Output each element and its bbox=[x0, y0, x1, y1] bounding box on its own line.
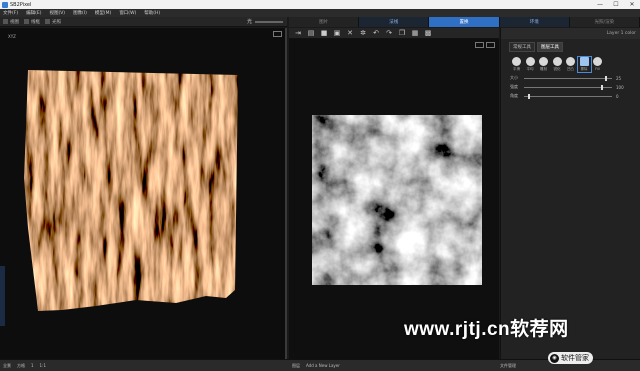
sharpen-tool[interactable]: 锐化 bbox=[551, 57, 564, 72]
tab-image[interactable]: 图片 bbox=[289, 17, 360, 27]
status-zoom[interactable]: 1:1 bbox=[40, 363, 46, 368]
slider-knob[interactable] bbox=[604, 75, 607, 81]
slider-track[interactable] bbox=[255, 20, 283, 23]
status-grid[interactable]: 方格 bbox=[17, 363, 25, 369]
save-as-icon[interactable]: ▣ bbox=[332, 29, 342, 37]
slider-knob[interactable] bbox=[527, 93, 530, 99]
paste-icon[interactable]: ▩ bbox=[423, 29, 433, 37]
fill-tool[interactable]: Fill bbox=[591, 57, 604, 72]
redo-icon[interactable]: ↷ bbox=[384, 29, 394, 37]
2d-viewport[interactable] bbox=[289, 39, 499, 359]
displacement-map-image bbox=[312, 115, 482, 285]
menu-help[interactable]: 帮助(H) bbox=[144, 10, 160, 16]
tab-environment[interactable]: 环境 bbox=[499, 17, 570, 27]
close-file-icon[interactable]: ✕ bbox=[345, 29, 355, 37]
close-button[interactable]: ✕ bbox=[624, 0, 640, 9]
view-mode-button[interactable] bbox=[475, 42, 484, 48]
tab-lighting[interactable]: 光照/渲染 bbox=[569, 17, 640, 27]
menu-view[interactable]: 视图(V) bbox=[49, 10, 65, 16]
minimize-button[interactable]: — bbox=[592, 0, 608, 9]
lighting-toggle[interactable]: 光照 bbox=[45, 19, 61, 25]
eraser-icon bbox=[579, 57, 589, 66]
tab-layer-tools[interactable]: 图层工具 bbox=[537, 42, 563, 52]
checkbox-icon bbox=[45, 19, 50, 24]
light-slider[interactable]: 光 bbox=[247, 18, 283, 25]
sculpt-icon bbox=[539, 57, 548, 66]
status-level: 1 bbox=[31, 363, 34, 368]
wireframe-toggle[interactable]: 线框 bbox=[24, 19, 40, 25]
angle-row: 角度 0 bbox=[510, 93, 619, 99]
menu-bar: 文件(F) 编辑(E) 视图(V) 图像(I) 模型(M) 窗口(W) 帮助(H… bbox=[0, 9, 640, 17]
average-icon bbox=[525, 57, 535, 66]
status-bar: 全景 方格 1 1:1 图层 Add a New Layer 文件管理 bbox=[0, 359, 640, 371]
size-row: 大小 25 bbox=[510, 75, 622, 81]
folder-icon[interactable]: ▤ bbox=[306, 29, 316, 37]
3d-viewport[interactable]: XYZ bbox=[0, 28, 287, 359]
average-tool[interactable]: 平均 bbox=[524, 57, 537, 72]
view-toggle[interactable]: 视图 bbox=[3, 19, 19, 25]
copy-icon[interactable]: ❐ bbox=[397, 29, 407, 37]
bump-tool[interactable]: 凹凸 bbox=[564, 57, 577, 72]
checkbox-icon bbox=[3, 19, 8, 24]
editor-toolbar: ⇥ ▤ ■ ▣ ✕ ✲ ↶ ↷ ❐ ▦ ▩ bbox=[289, 28, 499, 39]
side-handle[interactable] bbox=[0, 266, 5, 326]
angle-slider[interactable] bbox=[524, 93, 612, 99]
add-layer-button[interactable]: Add a New Layer bbox=[306, 363, 340, 368]
checkbox-icon bbox=[24, 19, 29, 24]
title-bar: SB2Pixel — ☐ ✕ bbox=[0, 0, 640, 9]
erase-tool[interactable]: 擦除 bbox=[576, 56, 592, 73]
properties-panel: Layer 1 color 常规工具 图层工具 平滑 平均 雕刻 锐化 凹凸 擦… bbox=[500, 28, 640, 359]
menu-model[interactable]: 模型(M) bbox=[95, 10, 111, 16]
save-icon[interactable]: ■ bbox=[319, 29, 329, 37]
bark-texture-mesh bbox=[24, 70, 238, 311]
app-logo-icon bbox=[2, 1, 8, 8]
strength-row: 强度 100 bbox=[510, 84, 624, 90]
viewport-corner-button[interactable] bbox=[273, 31, 282, 37]
smooth-tool[interactable]: 平滑 bbox=[510, 57, 523, 72]
badge-text: 软件管家 bbox=[561, 354, 589, 362]
smooth-icon bbox=[512, 57, 521, 66]
tab-common-tools[interactable]: 常规工具 bbox=[509, 42, 535, 52]
menu-file[interactable]: 文件(F) bbox=[3, 10, 18, 16]
open-icon[interactable]: ⇥ bbox=[293, 29, 303, 37]
file-manager-button[interactable]: 文件管理 bbox=[500, 363, 516, 368]
maximize-button[interactable]: ☐ bbox=[608, 0, 624, 9]
menu-edit[interactable]: 编辑(E) bbox=[26, 10, 41, 16]
sharpen-icon bbox=[552, 57, 562, 66]
source-badge: ◉ 软件管家 bbox=[548, 352, 593, 364]
tab-displacement[interactable]: 置换 bbox=[429, 17, 500, 27]
panel-tabs: 图片 法线 置换 环境 光照/渲染 bbox=[289, 17, 640, 27]
window-title: SB2Pixel bbox=[10, 1, 32, 8]
bump-icon bbox=[566, 57, 575, 66]
status-view[interactable]: 全景 bbox=[3, 363, 11, 369]
watermark-text: www.rjtj.cn软荐网 bbox=[404, 319, 569, 340]
menu-window[interactable]: 窗口(W) bbox=[119, 10, 136, 16]
slider-knob[interactable] bbox=[601, 84, 604, 90]
strength-slider[interactable] bbox=[524, 84, 612, 90]
settings-icon[interactable]: ✲ bbox=[358, 29, 368, 37]
badge-logo-icon: ◉ bbox=[550, 353, 559, 363]
axis-gizmo: XYZ bbox=[8, 34, 16, 39]
panel-header: Layer 1 color bbox=[501, 28, 640, 39]
undo-icon[interactable]: ↶ bbox=[371, 29, 381, 37]
clipboard-icon[interactable]: ▦ bbox=[410, 29, 420, 37]
viewport-toolbar: 视图 线框 光照 光 bbox=[0, 17, 287, 27]
sculpt-tool[interactable]: 雕刻 bbox=[537, 57, 550, 72]
menu-image[interactable]: 图像(I) bbox=[73, 10, 87, 16]
status-layer[interactable]: 图层 bbox=[292, 363, 300, 369]
size-slider[interactable] bbox=[524, 75, 612, 81]
tab-normal[interactable]: 法线 bbox=[359, 17, 430, 27]
fill-icon bbox=[593, 57, 602, 66]
fit-view-button[interactable] bbox=[486, 42, 495, 48]
